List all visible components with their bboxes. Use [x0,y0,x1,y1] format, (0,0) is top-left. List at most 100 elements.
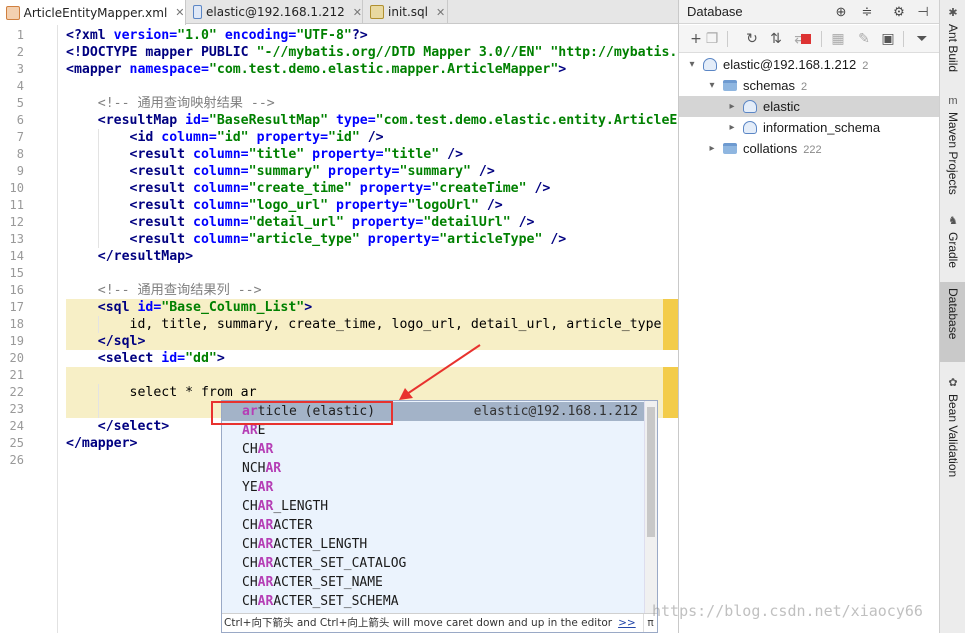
side-tab-bean-validation[interactable]: ✿ Bean Validation [940,370,965,486]
chevron-right-icon[interactable]: ▸ [727,96,737,117]
completion-item-pre: CH [242,594,258,609]
tree-node-elastic-192-168-1-212[interactable]: ▾ elastic@192.168.1.212 2 [679,54,939,75]
line-number: 18 [9,317,24,331]
completion-item[interactable]: CHARACTER_SET_CATALOG [222,554,646,573]
side-tab-database[interactable]: Database [940,282,965,362]
code-line[interactable]: </sql> [66,333,146,350]
console-icon[interactable]: ▣ [879,30,897,48]
pi-icon[interactable]: π [643,614,657,632]
tree-node-information-schema[interactable]: ▸ information_schema [679,117,939,138]
completion-item-match: AR [257,575,274,590]
line-number: 15 [9,266,24,280]
code-line[interactable]: <?xml version="1.0" encoding="UTF-8"?> [66,27,368,44]
completion-item-match: AR [257,556,274,571]
tree-node-elastic[interactable]: ▸ elastic [679,96,939,117]
code-token: "id" [328,130,360,145]
database-toolbar: + ❐ ↻ ⇅ ⇄ ▦ ✎ ▣ ⏷ [679,25,939,53]
edit-icon[interactable]: ✎ [855,30,873,48]
code-line[interactable]: <!-- 通用查询结果列 --> [66,282,262,299]
code-completion-popup[interactable]: article (elastic) elastic@192.168.1.212 AR… [221,400,658,633]
table-icon[interactable]: ▦ [829,30,847,48]
hint-more-link[interactable]: >> [618,617,636,629]
code-line[interactable]: <select id="dd"> [66,350,225,367]
collapse-icon[interactable]: ≑ [859,3,875,20]
sync-icon[interactable]: ⇅ [767,30,785,48]
code-line[interactable]: <resultMap id="BaseResultMap" type="com.… [66,112,678,129]
code-line[interactable]: </resultMap> [66,248,193,265]
code-line[interactable]: <mapper namespace="com.test.demo.elastic… [66,61,566,78]
chevron-right-icon[interactable]: ▸ [707,138,717,159]
code-token: "com.test.demo.elastic.mapper.ArticleMap… [208,62,559,77]
code-line[interactable]: <id column="id" property="id" /> [66,129,384,146]
line-number: 25 [9,436,24,450]
code-line[interactable]: <result column="detail_url" property="de… [66,214,535,231]
datasource-icon [703,58,717,71]
code-line[interactable]: </mapper> [66,435,137,452]
code-token: property= [351,181,432,196]
completion-item[interactable]: CHARACTER_LENGTH [222,535,646,554]
hint-text: Ctrl+向下箭头 and Ctrl+向上箭头 will move caret … [224,617,613,629]
completion-item[interactable]: CHAR_LENGTH [222,497,646,516]
tree-node-text: information_schema [763,120,881,135]
completion-item[interactable]: CHARACTER_SET_SCHEMA [222,592,646,611]
line-number: 26 [9,453,24,467]
code-line[interactable]: id, title, summary, create_time, logo_ur… [66,316,662,333]
stop-icon[interactable] [801,34,811,44]
scrollbar-thumb[interactable] [647,407,655,537]
code-token: column= [193,147,249,162]
completion-item-match: AR [257,499,274,514]
code-token: version= [113,28,178,43]
code-line[interactable]: <!DOCTYPE mapper PUBLIC "-//mybatis.org/… [66,44,677,61]
scope-marker [663,367,678,418]
side-tab-maven-projects[interactable]: m Maven Projects [940,88,965,208]
completion-item[interactable]: CHAR [222,440,646,459]
close-icon[interactable]: ✕ [436,6,446,19]
ant-icon: ✱ [948,7,958,19]
copy-icon[interactable]: ❐ [703,30,721,48]
close-icon[interactable]: ✕ [353,6,362,19]
side-tab-ant-build[interactable]: ✱ Ant Build [940,0,965,88]
code-token: "com.test.demo.elastic.entity.ArticleE [375,113,678,128]
side-tab-gradle[interactable]: ♞ Gradle [940,208,965,280]
tab-article-entity-mapper[interactable]: ArticleEntityMapper.xml ✕ [0,0,186,25]
crosshair-icon[interactable]: ⊕ [833,3,849,20]
completion-item[interactable]: CHARACTER_SET_NAME [222,573,646,592]
code-line[interactable]: <result column="create_time" property="c… [66,180,551,197]
code-line[interactable]: <result column="title" property="title" … [66,146,464,163]
tab-elastic-console[interactable]: elastic@192.168.1.212 ✕ [187,0,363,24]
tree-node-count: 2 [801,81,808,93]
tab-init-sql[interactable]: init.sql ✕ [364,0,448,24]
completion-item-pre: CH [242,442,258,457]
gear-icon[interactable]: ⚙ [891,3,907,20]
code-line[interactable]: select * from ar [66,384,257,401]
code-line[interactable]: <result column="logo_url" property="logo… [66,197,503,214]
hide-icon[interactable]: ⊣ [915,3,931,20]
code-line[interactable]: <result column="summary" property="summa… [66,163,495,180]
code-line[interactable]: <!-- 通用查询映射结果 --> [66,95,275,112]
code-line[interactable]: <sql id="Base_Column_List"> [66,299,312,316]
chevron-down-icon[interactable]: ▾ [687,54,697,75]
chevron-right-icon[interactable]: ▸ [727,117,737,138]
close-icon[interactable]: ✕ [175,6,185,19]
code-token: <?xml [66,28,114,43]
line-number: 9 [16,164,24,178]
code-line[interactable]: </select> [66,418,169,435]
completion-item[interactable]: NCHAR [222,459,646,478]
completion-item[interactable]: YEAR [222,478,646,497]
code-token: column= [161,130,217,145]
code-token: "title" [383,147,440,162]
code-line[interactable]: <result column="article_type" property="… [66,231,567,248]
tree-node-schemas[interactable]: ▾ schemas 2 [679,75,939,96]
completion-item[interactable]: CHARACTER [222,516,646,535]
code-token: <!DOCTYPE mapper PUBLIC [66,45,257,60]
code-token: <mapper [66,62,130,77]
filter-icon[interactable]: ⏷ [913,30,931,48]
line-number: 12 [9,215,24,229]
refresh-icon[interactable]: ↻ [743,30,761,48]
completion-scrollbar[interactable] [644,401,657,613]
code-token: "detailUrl" [423,215,511,230]
chevron-down-icon[interactable]: ▾ [707,75,717,96]
tree-node-collations[interactable]: ▸ collations 222 [679,138,939,159]
code-token: </sql> [66,334,146,349]
code-token: ?> [351,28,368,43]
